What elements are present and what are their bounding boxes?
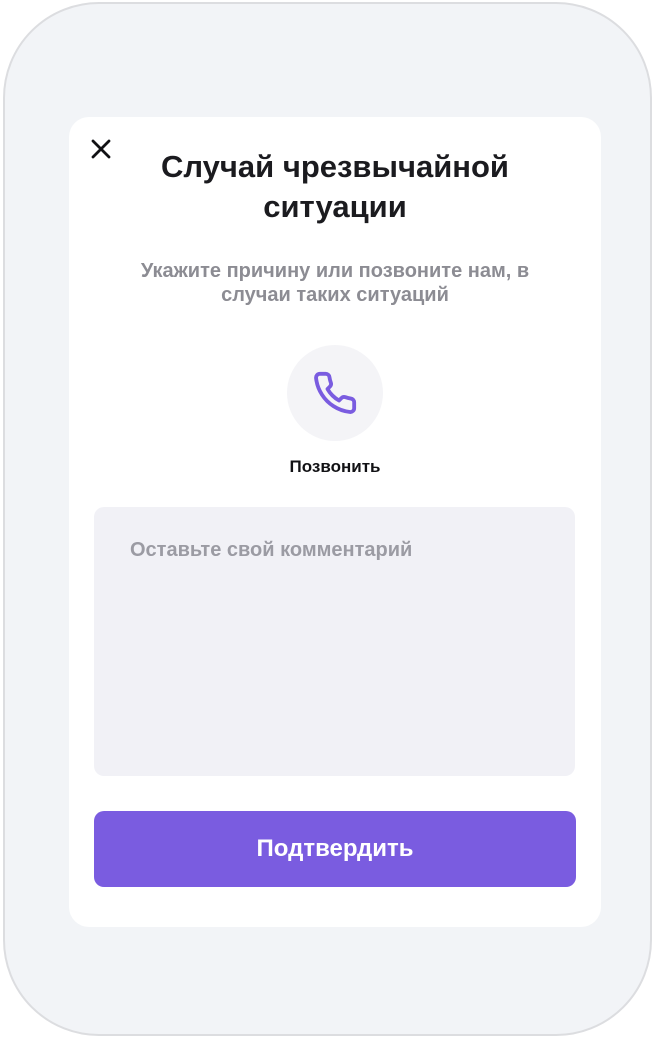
call-label[interactable]: Позвонить [235, 455, 435, 479]
device-frame: Случай чрезвычайной ситуации Укажите при… [3, 2, 652, 1036]
emergency-dialog: Случай чрезвычайной ситуации Укажите при… [69, 117, 601, 927]
confirm-button[interactable]: Подтвердить [94, 811, 576, 887]
phone-icon [314, 371, 357, 414]
call-button[interactable] [287, 345, 383, 441]
comment-field[interactable] [94, 507, 575, 776]
dialog-subtitle: Укажите причину или позвоните нам, в слу… [140, 260, 530, 306]
close-button[interactable] [87, 135, 115, 163]
dialog-title: Случай чрезвычайной ситуации [161, 149, 509, 224]
close-icon [91, 139, 111, 159]
